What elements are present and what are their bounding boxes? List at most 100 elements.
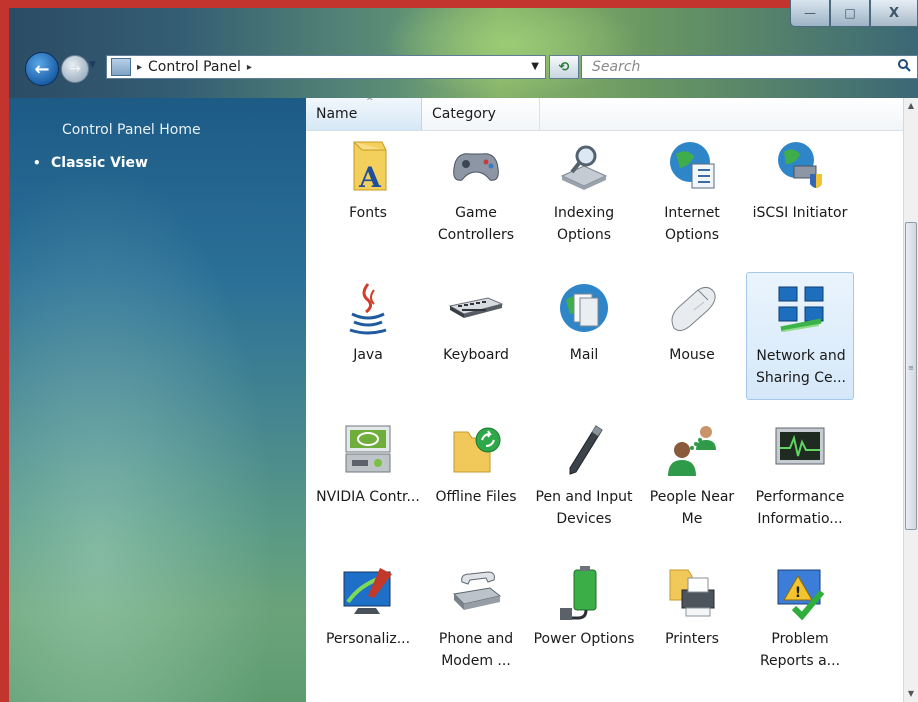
item-label: iSCSI Initiator: [752, 205, 848, 221]
task-pane: Control Panel Home • Classic View: [9, 98, 306, 702]
scroll-up-button[interactable]: ▲: [904, 98, 918, 114]
item-personalization[interactable]: Personaliz...: [314, 556, 422, 684]
item-offline-files[interactable]: Offline Files: [422, 414, 530, 542]
item-indexing-options[interactable]: Indexing Options: [530, 130, 638, 258]
item-pen-input[interactable]: Pen and Input Devices: [530, 414, 638, 542]
back-button[interactable]: ←: [25, 52, 59, 86]
item-internet-options[interactable]: Internet Options: [638, 130, 746, 258]
item-label: People Near Me: [649, 489, 735, 527]
column-header-name[interactable]: Name ^: [306, 97, 422, 130]
scroll-thumb[interactable]: ≡: [905, 222, 917, 530]
back-arrow-icon: ←: [34, 58, 50, 80]
column-name-label: Name: [316, 106, 358, 122]
item-label: Java: [353, 347, 383, 363]
item-label: Internet Options: [664, 205, 720, 243]
column-header-category[interactable]: Category: [422, 98, 540, 130]
item-problem-reports[interactable]: ! Problem Reports a...: [746, 556, 854, 684]
mail-icon: [560, 284, 608, 332]
item-nvidia-control[interactable]: NVIDIA Contr...: [314, 414, 422, 542]
address-dropdown-icon[interactable]: ▼: [531, 61, 539, 72]
refresh-button[interactable]: ⟲: [549, 55, 579, 79]
control-panel-items: Name ^ Category A Fonts Game Controllers: [306, 97, 903, 702]
item-phone-modem[interactable]: Phone and Modem ...: [422, 556, 530, 684]
forward-arrow-icon: →: [69, 61, 81, 77]
window-border-left: [0, 0, 9, 702]
item-fonts[interactable]: A Fonts: [314, 130, 422, 258]
item-label: Mouse: [669, 347, 715, 363]
breadcrumb-control-panel[interactable]: Control Panel: [148, 59, 241, 75]
maximize-button[interactable]: □: [830, 0, 870, 27]
item-label: Phone and Modem ...: [438, 631, 514, 669]
minimize-icon: —: [804, 6, 816, 20]
task-pane-glow: [9, 98, 306, 702]
phone-modem-icon: [452, 571, 502, 610]
internet-options-icon: [670, 142, 715, 189]
pen-input-icon: [569, 425, 603, 475]
item-label: Game Controllers: [437, 205, 515, 243]
maximize-icon: □: [844, 6, 856, 20]
close-button[interactable]: X: [870, 0, 918, 27]
item-label: NVIDIA Contr...: [316, 489, 420, 505]
sort-ascending-icon: ^: [366, 97, 374, 107]
nvidia-control-icon: [345, 425, 391, 473]
item-printers[interactable]: Printers: [638, 556, 746, 684]
item-network-sharing[interactable]: Network and Sharing Ce...: [746, 272, 854, 400]
control-panel-home-link[interactable]: Control Panel Home: [62, 122, 201, 138]
item-java[interactable]: Java: [314, 272, 422, 400]
item-label: Performance Informatio...: [755, 489, 845, 527]
classic-view-label: Classic View: [51, 155, 148, 171]
item-label: Problem Reports a...: [759, 631, 841, 669]
performance-info-icon: [775, 427, 825, 465]
item-label: Pen and Input Devices: [535, 489, 633, 527]
people-near-me-icon: [668, 426, 716, 476]
breadcrumb-chevron-icon[interactable]: ▸: [137, 62, 142, 73]
caption-buttons: — □ X: [790, 0, 918, 30]
forward-button[interactable]: →: [61, 55, 89, 83]
fonts-icon: A: [353, 141, 387, 194]
item-power-options[interactable]: Power Options: [530, 556, 638, 684]
item-label: Power Options: [533, 631, 635, 647]
item-people-near-me[interactable]: People Near Me: [638, 414, 746, 542]
search-input[interactable]: [590, 58, 897, 76]
item-label: Printers: [665, 631, 719, 647]
grip-icon: ≡: [908, 364, 914, 372]
item-label: Personaliz...: [325, 631, 411, 647]
breadcrumb-chevron-icon[interactable]: ▸: [247, 62, 252, 73]
scroll-down-button[interactable]: ▼: [904, 686, 918, 702]
item-label: Mail: [569, 347, 599, 363]
item-label: Keyboard: [443, 347, 509, 363]
item-label: Offline Files: [435, 489, 517, 505]
column-category-label: Category: [432, 106, 496, 122]
chevron-down-icon: ▼: [89, 60, 96, 70]
window-border-top: [0, 0, 918, 8]
navigation-bar: ← → ▼ ▸ Control Panel ▸ ▼ ⟲: [9, 52, 918, 86]
item-label: Network and Sharing Ce...: [756, 348, 846, 386]
iscsi-initiator-icon: [778, 142, 822, 188]
bullet-icon: •: [33, 156, 41, 170]
item-iscsi-initiator[interactable]: iSCSI Initiator: [746, 130, 854, 258]
control-panel-icon: [111, 58, 131, 76]
search-box[interactable]: [581, 55, 918, 79]
game-controllers-icon: [453, 153, 499, 181]
mouse-icon: [671, 286, 716, 332]
svg-text:A: A: [358, 161, 382, 194]
power-options-icon: [560, 566, 597, 620]
item-label: Indexing Options: [553, 205, 615, 243]
item-keyboard[interactable]: Keyboard: [422, 272, 530, 400]
item-performance-info[interactable]: Performance Informatio...: [746, 414, 854, 542]
item-mail[interactable]: Mail: [530, 272, 638, 400]
classic-view-link[interactable]: • Classic View: [33, 155, 148, 171]
search-icon[interactable]: [897, 58, 915, 76]
item-mouse[interactable]: Mouse: [638, 272, 746, 400]
address-bar[interactable]: ▸ Control Panel ▸ ▼: [106, 55, 546, 79]
recent-pages-button[interactable]: ▼: [89, 60, 101, 74]
refresh-icon: ⟲: [558, 59, 570, 75]
problem-reports-icon: !: [777, 569, 825, 620]
close-icon: X: [888, 5, 900, 21]
vertical-scrollbar[interactable]: ▲ ≡ ▼: [903, 98, 918, 702]
network-sharing-icon: [778, 286, 824, 332]
minimize-button[interactable]: —: [790, 0, 830, 27]
item-label: Fonts: [349, 205, 387, 221]
keyboard-icon: [448, 297, 504, 318]
item-game-controllers[interactable]: Game Controllers: [422, 130, 530, 258]
